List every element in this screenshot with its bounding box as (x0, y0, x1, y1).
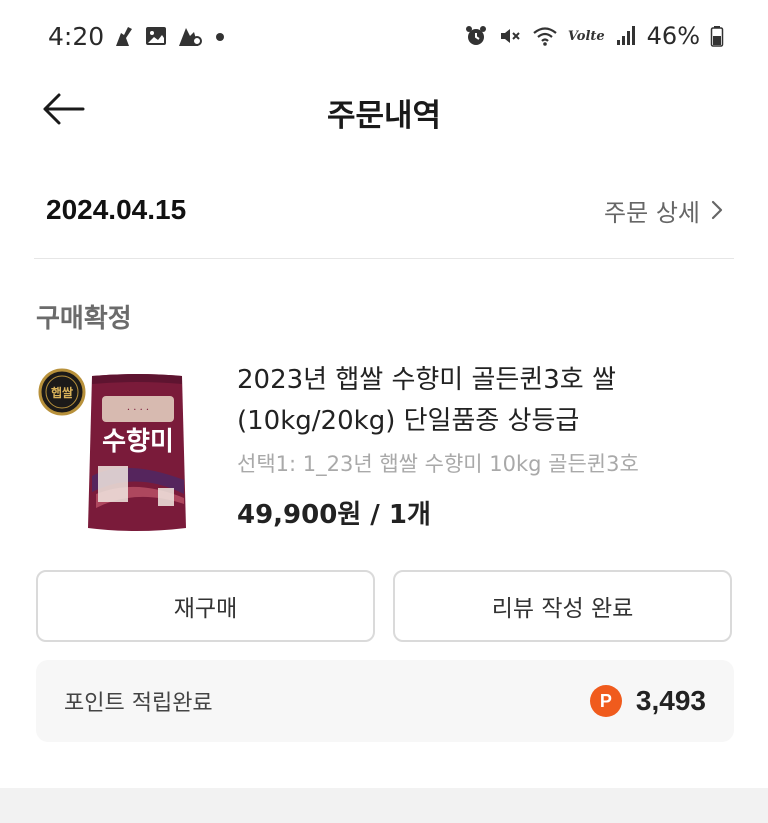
signal-icon (616, 26, 635, 45)
battery-icon (710, 26, 724, 47)
divider (34, 258, 734, 259)
silhouette-icon (116, 27, 132, 46)
rebuy-button[interactable]: 재구매 (36, 570, 375, 642)
points-icon: P (589, 685, 622, 717)
bag-title: 수향미 (102, 427, 174, 457)
order-detail-link[interactable]: 주문 상세 (604, 193, 724, 228)
mute-icon (500, 29, 520, 43)
bag-tagline: · · · · (127, 405, 149, 416)
chevron-right-icon (711, 200, 723, 220)
order-detail-label: 주문 상세 (604, 198, 700, 227)
page-title: 주문내역 (326, 98, 442, 134)
battery-percent: 46% (646, 22, 700, 50)
points-value: 3,493 (635, 685, 706, 716)
review-complete-button[interactable]: 리뷰 작성 완료 (393, 570, 732, 642)
status-time: 4:20 (48, 22, 105, 51)
app-icon (179, 28, 202, 46)
status-left-icons (112, 24, 230, 48)
product-info: 2023년 햅쌀 수향미 골든퀸3호 쌀 (10kg/20kg) 단일품종 상등… (237, 360, 727, 531)
product-price: 49,900원 / 1개 (237, 500, 431, 530)
points-box: 포인트 적립완료 P 3,493 (36, 660, 734, 742)
order-row: 2024.04.15 주문 상세 (46, 188, 724, 232)
gallery-icon (146, 27, 166, 45)
points-value-wrap: P 3,493 (589, 685, 706, 717)
order-date: 2024.04.15 (46, 194, 187, 225)
points-label: 포인트 적립완료 (64, 691, 213, 716)
bottom-band (0, 788, 768, 823)
product-image[interactable]: · · · · 수향미 햅쌀 (36, 366, 202, 538)
rice-bag-image: · · · · 수향미 햅쌀 (38, 368, 186, 531)
app-header: 주문내역 (0, 74, 768, 144)
product-name[interactable]: 2023년 햅쌀 수향미 골든퀸3호 쌀 (10kg/20kg) 단일품종 상등… (237, 360, 727, 442)
product-option: 선택1: 1_23년 햅쌀 수향미 10kg 골든퀸3호 (237, 452, 639, 476)
network-label: Volte (567, 28, 605, 44)
order-status-label: 구매확정 (36, 304, 132, 334)
status-right: Volte 46% (464, 22, 724, 50)
status-bar: 4:20 Volte 46% (0, 0, 768, 74)
product-badge: 햅쌀 (51, 385, 73, 400)
wifi-icon (533, 27, 557, 46)
alarm-icon (465, 26, 486, 45)
dot-icon (216, 33, 224, 41)
